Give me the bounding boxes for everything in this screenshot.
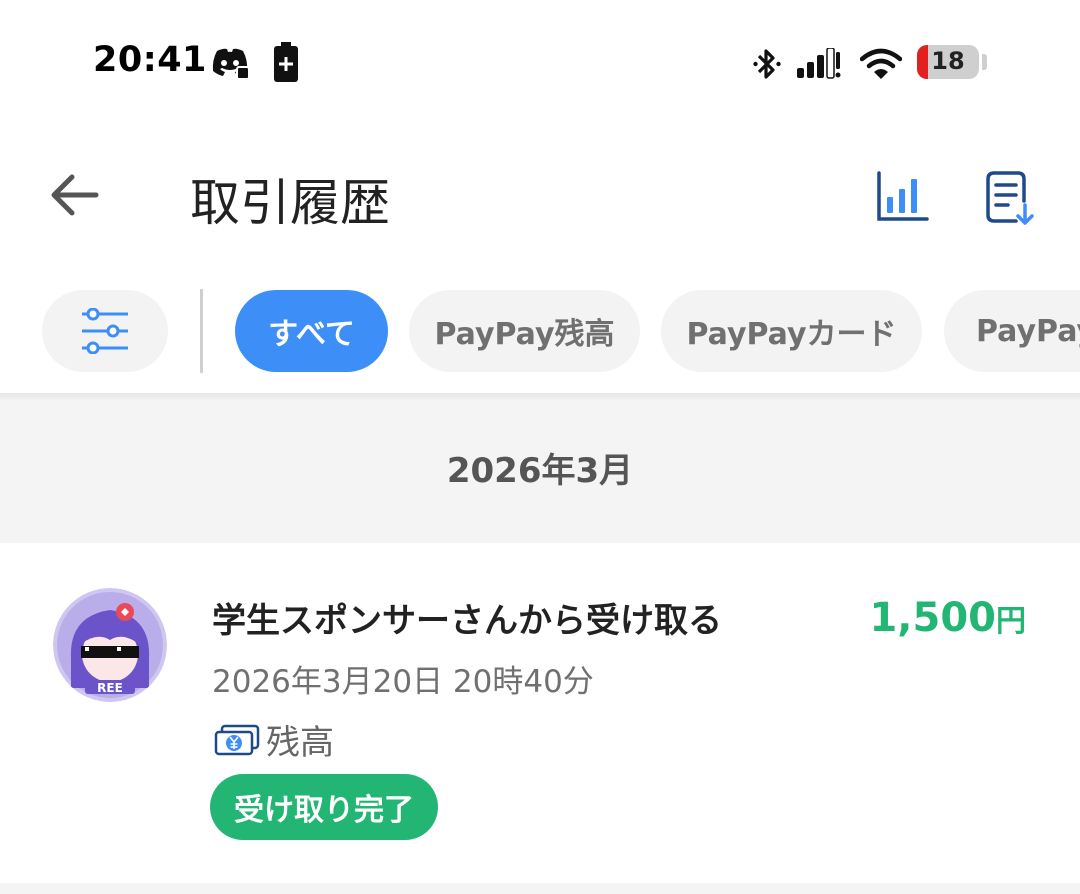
avatar: REE [53,588,167,702]
chip-paypay-more[interactable]: PayPay [944,290,1080,372]
transaction-row[interactable]: REE 学生スポンサーさんから受け取る 1,500円 2026年3月20日 20… [0,543,1080,883]
status-badge: 受け取り完了 [210,774,438,840]
status-time: 20:41 [93,40,207,80]
section-shadow [0,393,1080,401]
filter-settings-button[interactable] [42,290,168,372]
list-separator [0,883,1080,894]
battery-level: 18 [931,47,965,75]
payment-method-label: 残高 [266,723,334,763]
battery-icon: 18 [917,45,979,79]
back-arrow-icon[interactable] [44,165,104,225]
signal-icon [797,48,841,79]
battery-saver-icon [274,42,298,82]
chip-paypay-card[interactable]: PayPayカード [661,290,922,372]
page-title: 取引履歴 [190,174,390,232]
transaction-amount: 1,500円 [869,595,1026,641]
filter-divider [200,289,203,373]
month-section: 2026年3月 [0,393,1080,543]
chip-paypay-balance[interactable]: PayPay残高 [409,290,640,372]
sliders-icon [82,308,128,354]
discord-icon [212,48,249,79]
filter-bar: すべて PayPay残高 PayPayカード PayPay [0,285,1080,380]
avatar-text: REE [97,681,123,695]
wifi-icon [860,48,902,79]
app-header: 取引履歴 [0,125,1080,275]
month-header: 2026年3月 [446,451,634,491]
chip-all[interactable]: すべて [235,290,388,372]
amount-value: 1,500 [869,595,996,641]
bluetooth-icon [753,49,781,79]
transaction-datetime: 2026年3月20日 20時40分 [212,664,594,700]
amount-currency: 円 [996,604,1026,639]
status-bar: 20:41 18 [0,0,1080,125]
bar-chart-icon[interactable] [872,167,932,227]
payment-method: 残高 [214,715,334,764]
yen-wallet-icon [214,724,260,755]
battery-tip [982,54,987,70]
document-download-icon[interactable] [980,167,1040,227]
transaction-title: 学生スポンサーさんから受け取る [212,601,722,641]
